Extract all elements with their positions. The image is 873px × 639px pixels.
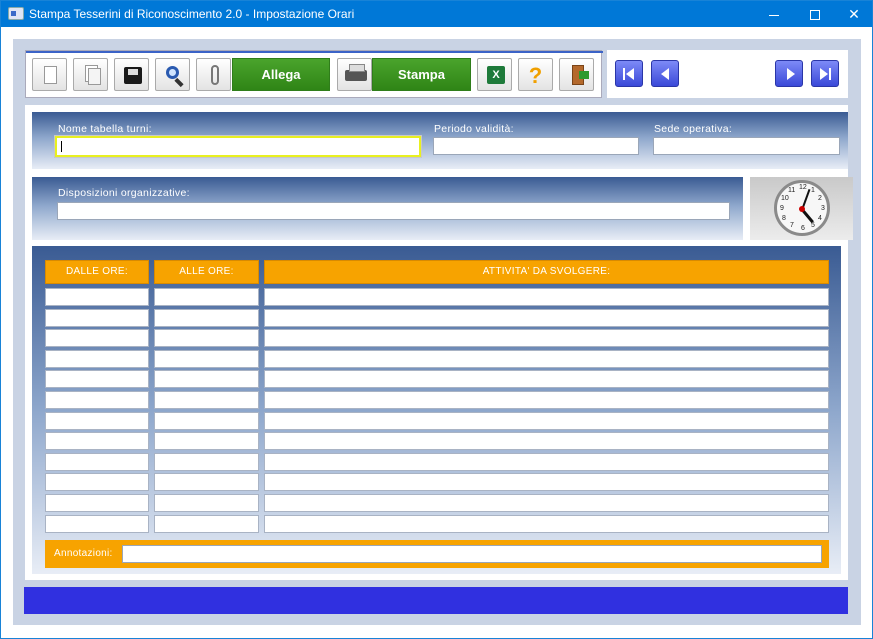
status-bar bbox=[24, 587, 848, 614]
activity-input[interactable] bbox=[264, 391, 829, 409]
paperclip-icon bbox=[211, 65, 219, 85]
to-time-input[interactable] bbox=[154, 370, 259, 389]
dispositions-label: Disposizioni organizzative: bbox=[58, 187, 190, 199]
save-button[interactable] bbox=[114, 58, 149, 91]
shift-table-label: Nome tabella turni: bbox=[58, 123, 152, 135]
main-frame: Allega Stampa X ? Nome tabella turni: Pe… bbox=[13, 39, 861, 625]
column-header-to: ALLE ORE: bbox=[154, 260, 259, 284]
from-time-input[interactable] bbox=[45, 308, 149, 327]
to-time-input[interactable] bbox=[154, 329, 259, 348]
from-time-input[interactable] bbox=[45, 411, 149, 430]
duplicate-button[interactable] bbox=[73, 58, 108, 91]
help-button[interactable]: ? bbox=[518, 58, 553, 91]
site-input[interactable] bbox=[653, 137, 840, 155]
to-time-input[interactable] bbox=[154, 432, 259, 451]
from-time-input[interactable] bbox=[45, 432, 149, 451]
previous-icon bbox=[661, 68, 669, 80]
validity-input[interactable] bbox=[433, 137, 639, 155]
close-icon: ✕ bbox=[848, 6, 860, 22]
from-time-input[interactable] bbox=[45, 514, 149, 533]
to-time-input[interactable] bbox=[154, 514, 259, 533]
record-navigation bbox=[607, 50, 848, 98]
activity-input[interactable] bbox=[264, 452, 829, 471]
first-icon bbox=[626, 68, 634, 80]
from-time-input[interactable] bbox=[45, 494, 149, 512]
to-time-input[interactable] bbox=[154, 288, 259, 306]
to-time-input[interactable] bbox=[154, 452, 259, 471]
notes-label: Annotazioni: bbox=[54, 548, 113, 559]
from-time-input[interactable] bbox=[45, 370, 149, 389]
from-time-input[interactable] bbox=[45, 349, 149, 368]
shift-table-input[interactable] bbox=[54, 135, 422, 158]
activity-input[interactable] bbox=[264, 514, 829, 533]
activity-input[interactable] bbox=[264, 308, 829, 327]
column-header-activity: ATTIVITA' DA SVOLGERE: bbox=[264, 260, 829, 284]
search-button[interactable] bbox=[155, 58, 190, 91]
toolbar: Allega Stampa X ? bbox=[25, 50, 603, 98]
previous-record-button[interactable] bbox=[651, 60, 679, 87]
next-record-button[interactable] bbox=[775, 60, 803, 87]
to-time-input[interactable] bbox=[154, 308, 259, 327]
new-document-button[interactable] bbox=[32, 58, 67, 91]
floppy-disk-icon bbox=[124, 67, 142, 84]
text-caret bbox=[61, 141, 62, 152]
activity-input[interactable] bbox=[264, 432, 829, 451]
to-time-input[interactable] bbox=[154, 494, 259, 512]
dispositions-input[interactable] bbox=[57, 202, 730, 220]
clock-icon: 12 1 2 3 4 5 6 7 8 9 10 11 bbox=[774, 180, 830, 236]
minimize-icon bbox=[769, 14, 779, 16]
app-icon bbox=[8, 7, 24, 20]
exit-button[interactable] bbox=[559, 58, 594, 91]
attach-button[interactable]: Allega bbox=[232, 58, 330, 91]
blank-document-icon bbox=[44, 66, 57, 84]
toolbar-strip bbox=[26, 51, 603, 53]
to-time-input[interactable] bbox=[154, 473, 259, 492]
app-window: Stampa Tesserini di Riconoscimento 2.0 -… bbox=[0, 0, 873, 639]
to-time-input[interactable] bbox=[154, 349, 259, 368]
window-title: Stampa Tesserini di Riconoscimento 2.0 -… bbox=[29, 7, 355, 21]
activity-input[interactable] bbox=[264, 494, 829, 512]
attachment-icon-button[interactable] bbox=[196, 58, 231, 91]
site-label: Sede operativa: bbox=[654, 123, 733, 135]
from-time-input[interactable] bbox=[45, 452, 149, 471]
first-record-button[interactable] bbox=[615, 60, 643, 87]
activity-input[interactable] bbox=[264, 411, 829, 430]
activity-input[interactable] bbox=[264, 370, 829, 389]
question-mark-icon: ? bbox=[528, 63, 543, 88]
from-time-input[interactable] bbox=[45, 288, 149, 306]
notes-bar: Annotazioni: bbox=[45, 540, 829, 568]
maximize-icon bbox=[810, 10, 820, 21]
schedule-panel: DALLE ORE: ALLE ORE: ATTIVITA' DA SVOLGE… bbox=[32, 246, 841, 574]
minimize-button[interactable] bbox=[751, 1, 797, 27]
activity-input[interactable] bbox=[264, 329, 829, 348]
notes-input[interactable] bbox=[122, 545, 822, 563]
header-panel: Nome tabella turni: Periodo validità: Se… bbox=[32, 112, 848, 169]
clock-image: 12 1 2 3 4 5 6 7 8 9 10 11 bbox=[750, 177, 853, 240]
activity-input[interactable] bbox=[264, 349, 829, 368]
validity-label: Periodo validità: bbox=[434, 123, 514, 135]
next-icon bbox=[787, 68, 795, 80]
from-time-input[interactable] bbox=[45, 329, 149, 348]
title-bar[interactable]: Stampa Tesserini di Riconoscimento 2.0 -… bbox=[1, 1, 872, 27]
form-area: Nome tabella turni: Periodo validità: Se… bbox=[25, 105, 853, 580]
close-button[interactable]: ✕ bbox=[831, 1, 873, 27]
activity-input[interactable] bbox=[264, 473, 829, 492]
print-button[interactable]: Stampa bbox=[372, 58, 471, 91]
export-excel-button[interactable]: X bbox=[477, 58, 512, 91]
last-icon bbox=[820, 68, 828, 80]
printer-button[interactable] bbox=[337, 58, 372, 91]
to-time-input[interactable] bbox=[154, 391, 259, 409]
last-record-button[interactable] bbox=[811, 60, 839, 87]
dispositions-panel: Disposizioni organizzative: bbox=[32, 177, 743, 240]
from-time-input[interactable] bbox=[45, 391, 149, 409]
printer-icon bbox=[345, 64, 367, 81]
from-time-input[interactable] bbox=[45, 473, 149, 492]
excel-icon: X bbox=[487, 66, 505, 84]
activity-input[interactable] bbox=[264, 288, 829, 306]
to-time-input[interactable] bbox=[154, 411, 259, 430]
column-header-from: DALLE ORE: bbox=[45, 260, 149, 284]
